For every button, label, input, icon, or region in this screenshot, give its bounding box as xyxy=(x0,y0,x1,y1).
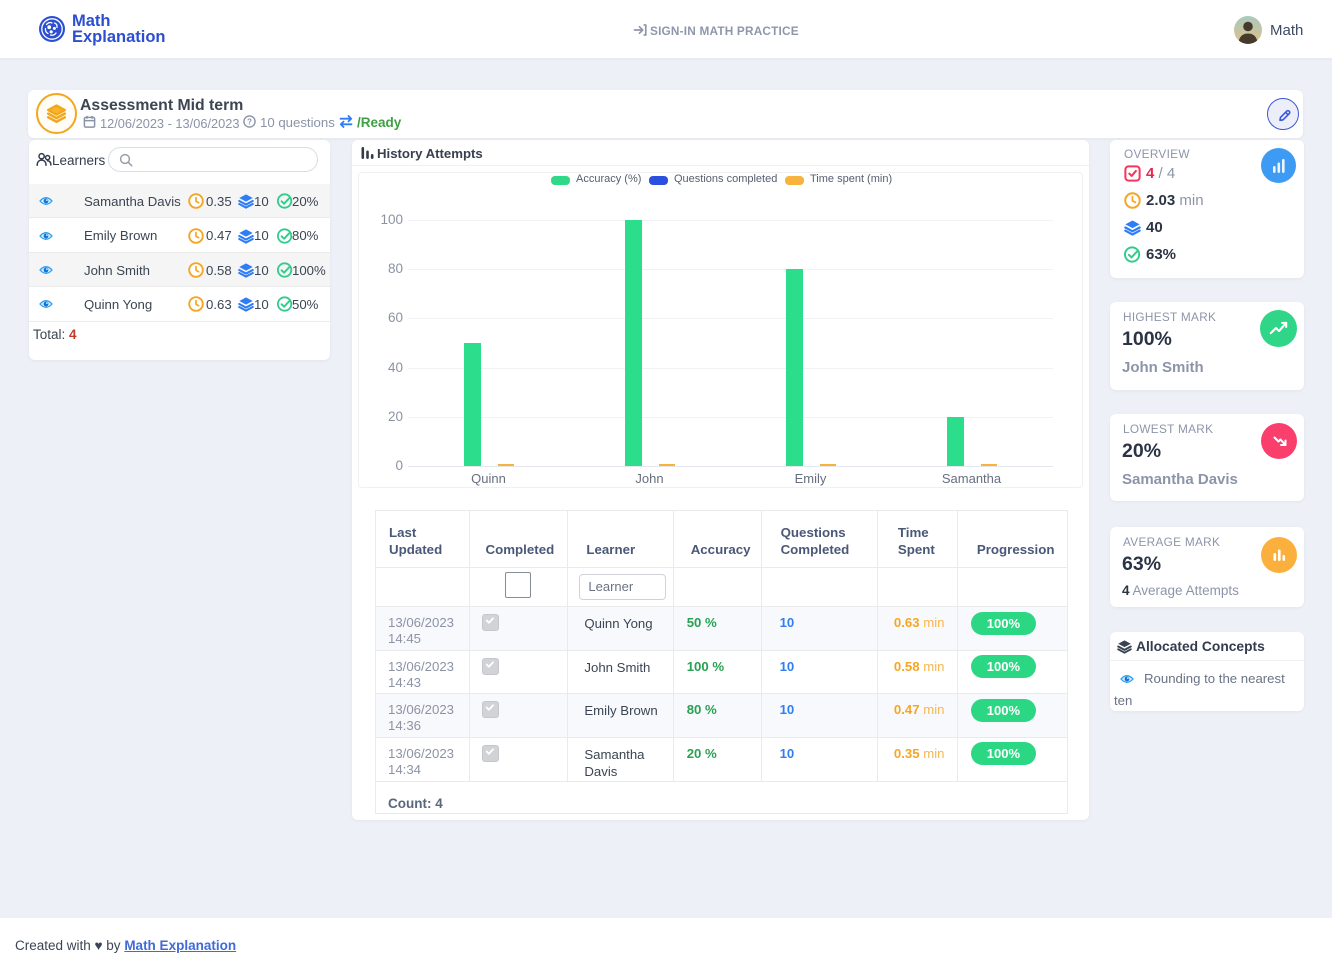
svg-text:?: ? xyxy=(247,117,252,126)
